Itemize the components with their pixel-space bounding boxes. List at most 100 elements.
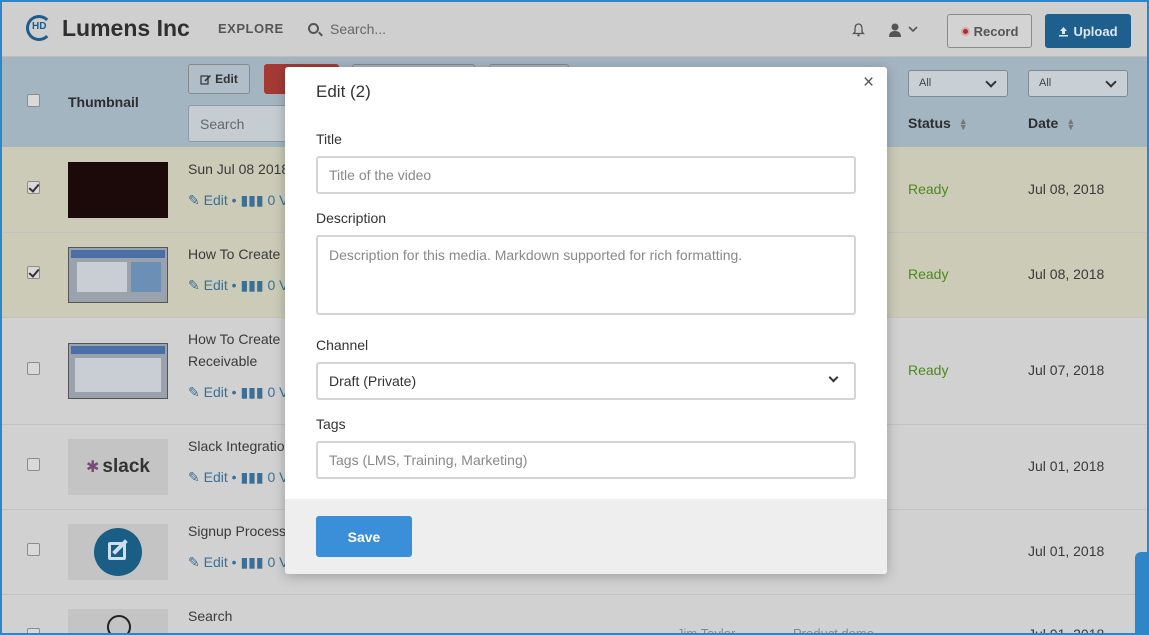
global-search-input[interactable]: Search... [330,21,386,37]
channel-value: Draft (Private) [329,373,417,389]
edit-icon: ✎ [188,192,204,208]
video-thumbnail[interactable] [68,343,168,399]
video-thumbnail[interactable] [68,247,168,303]
video-thumbnail[interactable] [68,609,168,633]
edit-icon: ✎ [188,384,204,400]
channel-label: Channel [316,337,369,353]
row-checkbox[interactable] [27,628,40,633]
row-title[interactable]: How To Create [188,328,288,350]
bulk-edit-label: Edit [215,72,238,86]
title-input[interactable]: Title of the video [316,156,856,194]
row-title[interactable]: Sun Jul 08 2018 [188,158,288,180]
logo-text: HD [32,21,47,32]
search-icon [308,23,319,34]
row-edit-link[interactable]: Edit [204,554,228,570]
description-placeholder: Description for this media. Markdown sup… [329,247,743,263]
edit-modal: Edit (2) × Title Title of the video Desc… [285,67,887,574]
row-checkbox[interactable] [27,181,40,194]
explore-link[interactable]: EXPLORE [218,21,284,36]
row-title-line-2[interactable]: Receivable [188,350,288,372]
row-title[interactable]: Signup Process [188,520,288,542]
row-actions: ✎ Edit • ▮▮▮ 0 Vi [188,554,288,571]
row-edit-link[interactable]: Edit [204,277,228,293]
brand-name[interactable]: Lumens Inc [62,15,190,42]
row-title[interactable]: Search [188,605,288,627]
row-checkbox[interactable] [27,362,40,375]
row-title[interactable]: Slack Integratio [188,435,288,457]
edit-icon: ✎ [188,554,204,570]
video-thumbnail[interactable] [68,524,168,580]
bar-chart-icon: ▮▮▮ [240,554,268,570]
status-column-header[interactable]: Status ▲ ▼ [908,115,968,133]
date-header-label: Date [1028,115,1059,131]
date-filter-select[interactable]: All [1028,70,1128,97]
thumbnail-column-header: Thumbnail [68,94,139,110]
record-button[interactable]: Record [947,14,1032,48]
record-dot-icon [960,26,970,36]
title-placeholder: Title of the video [329,167,432,183]
row-checkbox[interactable] [27,458,40,471]
tags-input[interactable]: Tags (LMS, Training, Marketing) [316,441,856,479]
video-thumbnail[interactable]: ✱ slack [68,439,168,495]
thumbnail-text: slack [102,456,150,477]
channel-select[interactable]: Draft (Private) [316,362,856,400]
row-date: Jul 01, 2018 [1028,458,1105,474]
row-edit-link[interactable]: Edit [204,469,228,485]
save-button[interactable]: Save [316,516,412,557]
row-actions: ✎ Edit • ▮▮▮ 0 Vi [188,384,288,401]
row-date: Jul 01, 2018 [1028,626,1105,635]
row-channel: Product demo [793,626,874,635]
chevron-down-icon [828,372,839,383]
sort-icon: ▲ ▼ [958,116,968,133]
title-label: Title [316,131,342,147]
bar-chart-icon: ▮▮▮ [240,277,268,293]
tags-placeholder: Tags (LMS, Training, Marketing) [329,452,528,468]
description-textarea[interactable]: Description for this media. Markdown sup… [316,235,856,315]
modal-footer: Save [285,499,887,574]
select-all-checkbox[interactable] [27,94,40,107]
record-label: Record [973,23,1019,39]
row-actions: ✎ Edit • ▮▮▮ 0 Vi [188,192,288,209]
status-header-label: Status [908,115,951,131]
video-thumbnail[interactable] [68,162,168,218]
edit-icon: ✎ [188,277,204,293]
date-column-header[interactable]: Date ▲ ▼ [1028,115,1076,133]
row-checkbox[interactable] [27,266,40,279]
close-icon[interactable]: × [863,72,874,94]
row-owner: Jim Taylor [677,626,736,635]
app-window: HD Lumens Inc EXPLORE Search... Record U… [0,0,1149,635]
row-actions: ✎ Edit • ▮▮▮ 0 Vi [188,469,288,486]
edit-icon [200,74,212,85]
row-edit-link[interactable]: Edit [204,192,228,208]
modal-title: Edit (2) [316,82,371,101]
sort-icon: ▲ ▼ [1066,116,1076,133]
status-badge: Ready [908,362,949,378]
row-actions: ✎ Edit • ▮▮▮ 0 Vi [188,277,288,294]
row-edit-link[interactable]: Edit [204,384,228,400]
top-navbar: HD Lumens Inc EXPLORE Search... Record U… [2,2,1147,57]
bar-chart-icon: ▮▮▮ [240,384,268,400]
slack-logo-icon: ✱ [86,459,100,476]
edit-icon: ✎ [188,469,204,485]
status-filter-select[interactable]: All [908,70,1008,97]
table-row[interactable] [2,595,1147,633]
bar-chart-icon: ▮▮▮ [240,469,268,485]
bell-icon[interactable] [852,23,865,37]
tags-label: Tags [316,416,346,432]
user-menu-icon[interactable] [888,22,920,38]
status-badge: Ready [908,181,949,197]
row-date: Jul 01, 2018 [1028,543,1105,559]
bulk-edit-button[interactable]: Edit [188,64,250,94]
edit-app-logo-icon [94,528,142,576]
row-date: Jul 07, 2018 [1028,362,1105,378]
row-date: Jul 08, 2018 [1028,181,1105,197]
side-feedback-tab[interactable] [1135,552,1147,633]
upload-button[interactable]: Upload [1045,14,1131,48]
row-title[interactable]: How To Create [188,243,288,265]
row-checkbox[interactable] [27,543,40,556]
upload-icon [1059,26,1069,36]
status-badge: Ready [908,266,949,282]
upload-label: Upload [1073,23,1118,39]
row-date: Jul 08, 2018 [1028,266,1105,282]
circle-logo-icon [107,615,131,633]
